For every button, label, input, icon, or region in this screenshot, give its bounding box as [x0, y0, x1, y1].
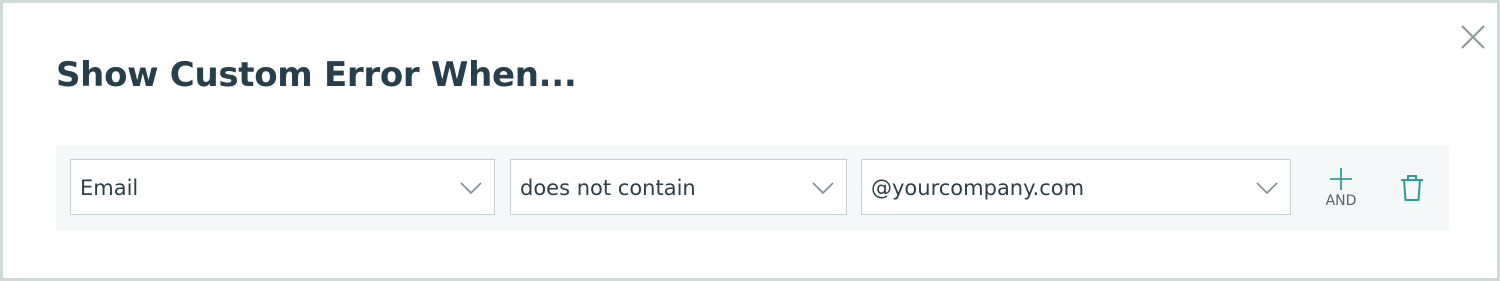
value-select[interactable]: @yourcompany.com [861, 159, 1291, 215]
condition-row: Email does not contain @yourcompany.com … [56, 145, 1449, 231]
operator-select-value: does not contain [520, 176, 696, 200]
chevron-down-icon [812, 182, 834, 194]
close-button[interactable] [1459, 23, 1487, 51]
delete-condition-button[interactable] [1399, 174, 1425, 202]
field-select-value: Email [80, 176, 139, 200]
add-and-condition-button[interactable]: AND [1318, 167, 1364, 213]
dialog-title: Show Custom Error When... [56, 55, 577, 95]
chevron-down-icon [460, 182, 482, 194]
field-select[interactable]: Email [70, 159, 495, 215]
close-icon [1461, 25, 1485, 49]
value-select-value: @yourcompany.com [871, 176, 1085, 200]
trash-icon [1401, 175, 1423, 201]
custom-error-dialog: Show Custom Error When... Email does not… [0, 0, 1500, 281]
operator-select[interactable]: does not contain [510, 159, 847, 215]
and-label: AND [1325, 193, 1357, 209]
plus-icon [1330, 168, 1352, 190]
chevron-down-icon [1256, 182, 1278, 194]
